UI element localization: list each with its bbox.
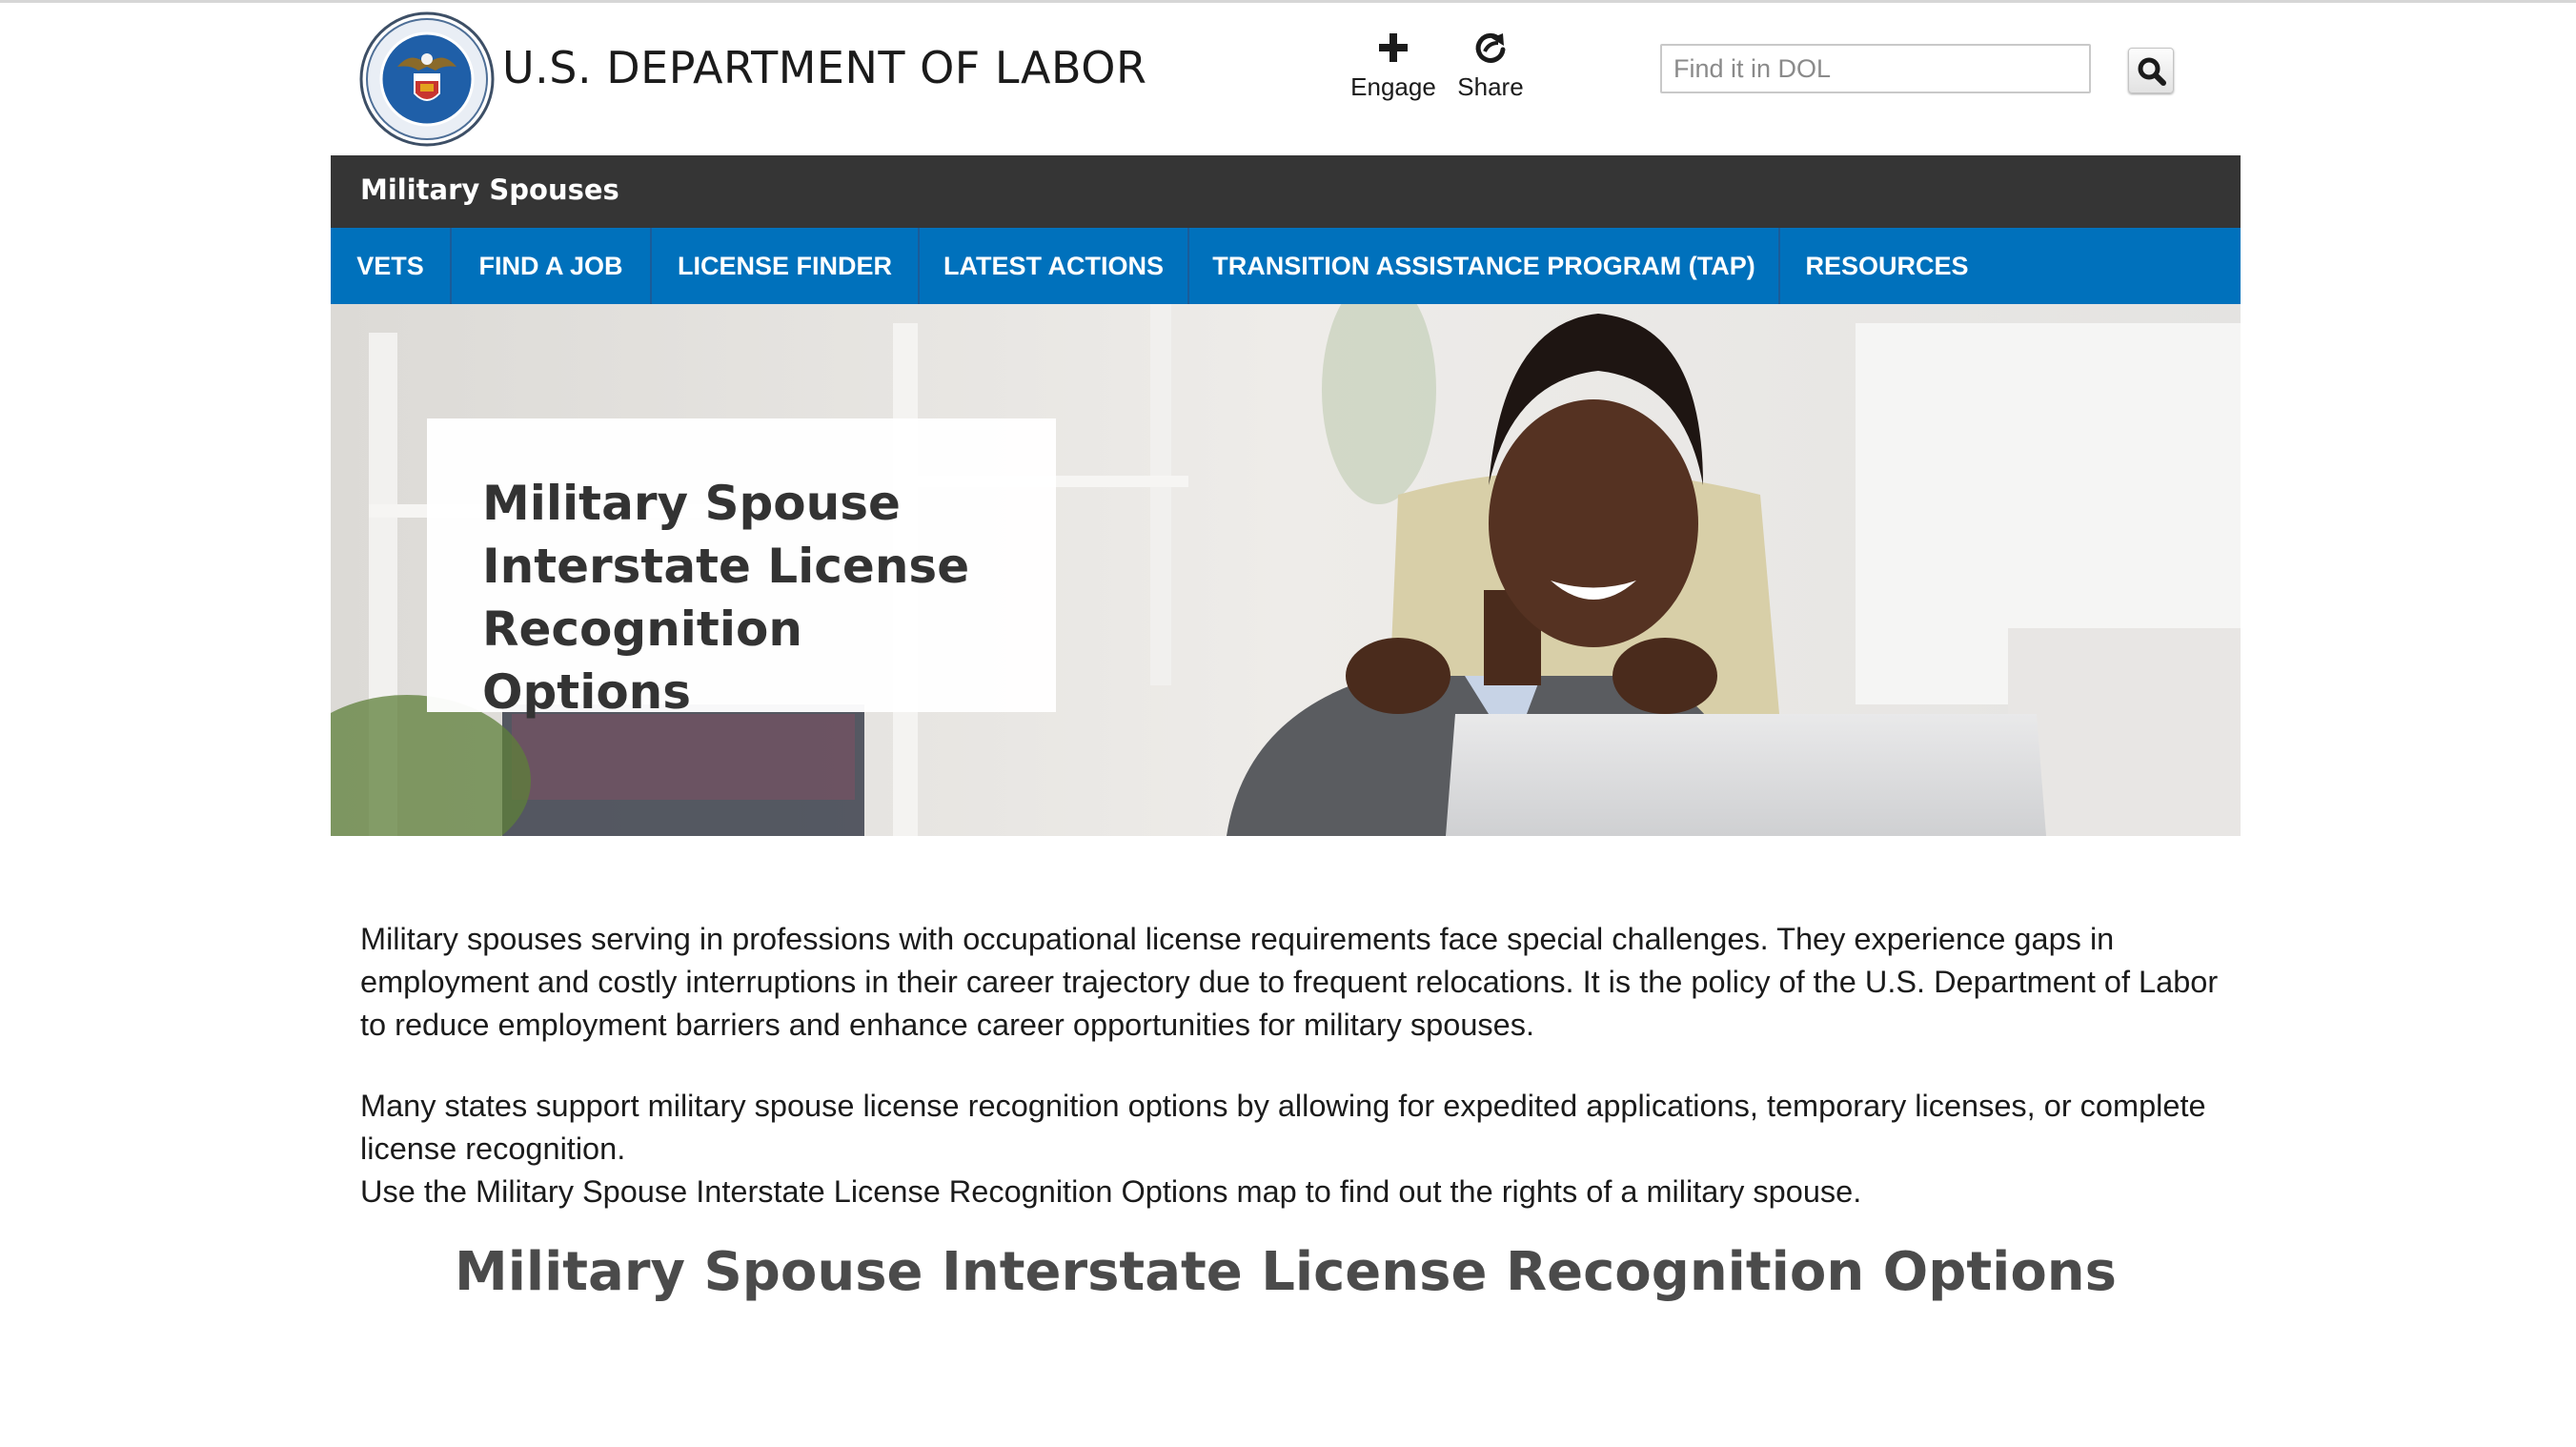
- site-title-bar: Military Spouses: [331, 155, 2241, 228]
- nav-item-tap[interactable]: TRANSITION ASSISTANCE PROGRAM (TAP): [1189, 228, 1780, 304]
- nav-item-latest-actions[interactable]: LATEST ACTIONS: [920, 228, 1189, 304]
- plus-icon: [1341, 29, 1446, 67]
- share-label: Share: [1457, 72, 1524, 101]
- share-icon: [1438, 29, 1543, 67]
- engage-button[interactable]: Engage: [1341, 29, 1446, 102]
- main-nav: VETS FIND A JOB LICENSE FINDER LATEST AC…: [331, 228, 2241, 304]
- intro-paragraph-3: Use the Military Spouse Interstate Licen…: [360, 1174, 1862, 1209]
- search-input[interactable]: [1660, 44, 2091, 93]
- agency-name[interactable]: U.S. DEPARTMENT OF LABOR: [502, 42, 1146, 93]
- intro-paragraph-2: Many states support military spouse lice…: [360, 1089, 2206, 1166]
- page-container: U.S. DEPARTMENT OF LABOR Engage Share Mi…: [331, 0, 2241, 1447]
- dol-seal-logo[interactable]: [359, 11, 495, 147]
- site-title[interactable]: Military Spouses: [360, 173, 619, 206]
- intro-paragraph-1: Military spouses serving in professions …: [360, 922, 2219, 1042]
- hero-title-card: Military Spouse Interstate License Recog…: [427, 418, 1056, 720]
- nav-item-license-finder[interactable]: LICENSE FINDER: [652, 228, 920, 304]
- nav-item-resources[interactable]: RESOURCES: [1780, 228, 1994, 304]
- map-section-heading: Military Spouse Interstate License Recog…: [454, 1241, 2118, 1303]
- intro-text: Military spouses serving in professions …: [360, 918, 2228, 1213]
- nav-item-find-a-job[interactable]: FIND A JOB: [452, 228, 652, 304]
- nav-item-vets[interactable]: VETS: [331, 228, 452, 304]
- search-icon: [2138, 57, 2166, 86]
- share-button[interactable]: Share: [1438, 29, 1543, 102]
- engage-label: Engage: [1350, 72, 1436, 101]
- search-button[interactable]: [2128, 48, 2174, 93]
- hero-title: Military Spouse Interstate License Recog…: [482, 476, 970, 720]
- hero-banner: Military Spouse Interstate License Recog…: [331, 304, 2241, 836]
